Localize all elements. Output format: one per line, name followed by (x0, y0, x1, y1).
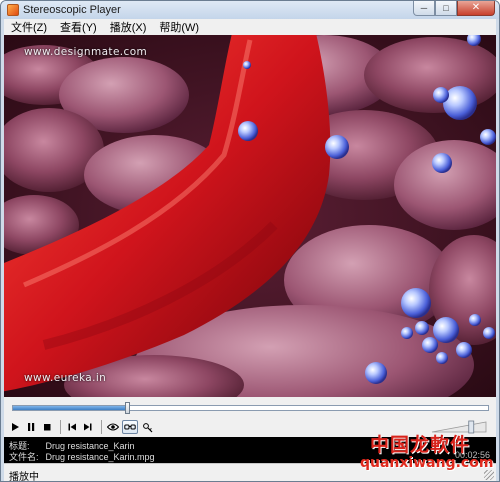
seek-bar (4, 397, 496, 417)
app-icon (7, 4, 19, 16)
stop-icon (44, 424, 51, 431)
settings-button[interactable] (140, 420, 154, 434)
separator (60, 420, 61, 434)
previous-icon (68, 423, 76, 431)
info-file-row: 文件名: Drug resistance_Karin.mpg (9, 450, 155, 463)
site-watermark-chinese: 中国龙軟件 (370, 434, 471, 456)
stereo-mode-button[interactable] (122, 420, 138, 434)
close-button[interactable]: ✕ (457, 1, 495, 16)
site-watermark: 中国龙軟件 quanxiwang.com (360, 428, 498, 482)
next-button[interactable] (81, 420, 95, 434)
video-display[interactable]: www.designmate.com www.eureka.in (4, 35, 496, 397)
eye-icon (107, 423, 119, 431)
play-icon (12, 423, 19, 431)
previous-button[interactable] (65, 420, 79, 434)
menu-view[interactable]: 查看(Y) (53, 19, 103, 35)
info-file-label: 文件名: (9, 452, 39, 462)
window-controls: ─ □ ✕ (413, 1, 495, 17)
next-icon (84, 423, 92, 431)
info-file-value: Drug resistance_Karin.mpg (45, 452, 155, 462)
settings-icon (142, 422, 152, 432)
pause-button[interactable] (24, 420, 38, 434)
menu-file[interactable]: 文件(Z) (4, 19, 53, 35)
menu-play[interactable]: 播放(X) (103, 19, 153, 35)
title-bar[interactable]: Stereoscopic Player ─ □ ✕ (1, 1, 499, 19)
seek-track[interactable] (12, 402, 489, 414)
stop-button[interactable] (40, 420, 54, 434)
separator (101, 420, 102, 434)
status-text: 播放中 (9, 472, 39, 482)
player-window: Stereoscopic Player ─ □ ✕ 文件(Z) 查看(Y) 播放… (0, 0, 500, 482)
menu-help[interactable]: 帮助(W) (152, 19, 205, 35)
view-mode-button[interactable] (106, 420, 120, 434)
menu-bar: 文件(Z) 查看(Y) 播放(X) 帮助(W) (4, 19, 496, 35)
video-frame (4, 35, 496, 397)
play-button[interactable] (8, 420, 22, 434)
seek-progress (13, 406, 127, 410)
video-watermark-bottom: www.eureka.in (24, 372, 107, 384)
pause-icon (28, 423, 35, 431)
minimize-button[interactable]: ─ (413, 1, 435, 16)
site-watermark-url: quanxiwang.com (360, 455, 494, 471)
stereo-glasses-icon (124, 424, 136, 429)
maximize-button[interactable]: □ (435, 1, 457, 16)
window-title: Stereoscopic Player (23, 4, 121, 16)
seek-thumb[interactable] (125, 402, 130, 414)
video-watermark-top: www.designmate.com (24, 46, 148, 58)
